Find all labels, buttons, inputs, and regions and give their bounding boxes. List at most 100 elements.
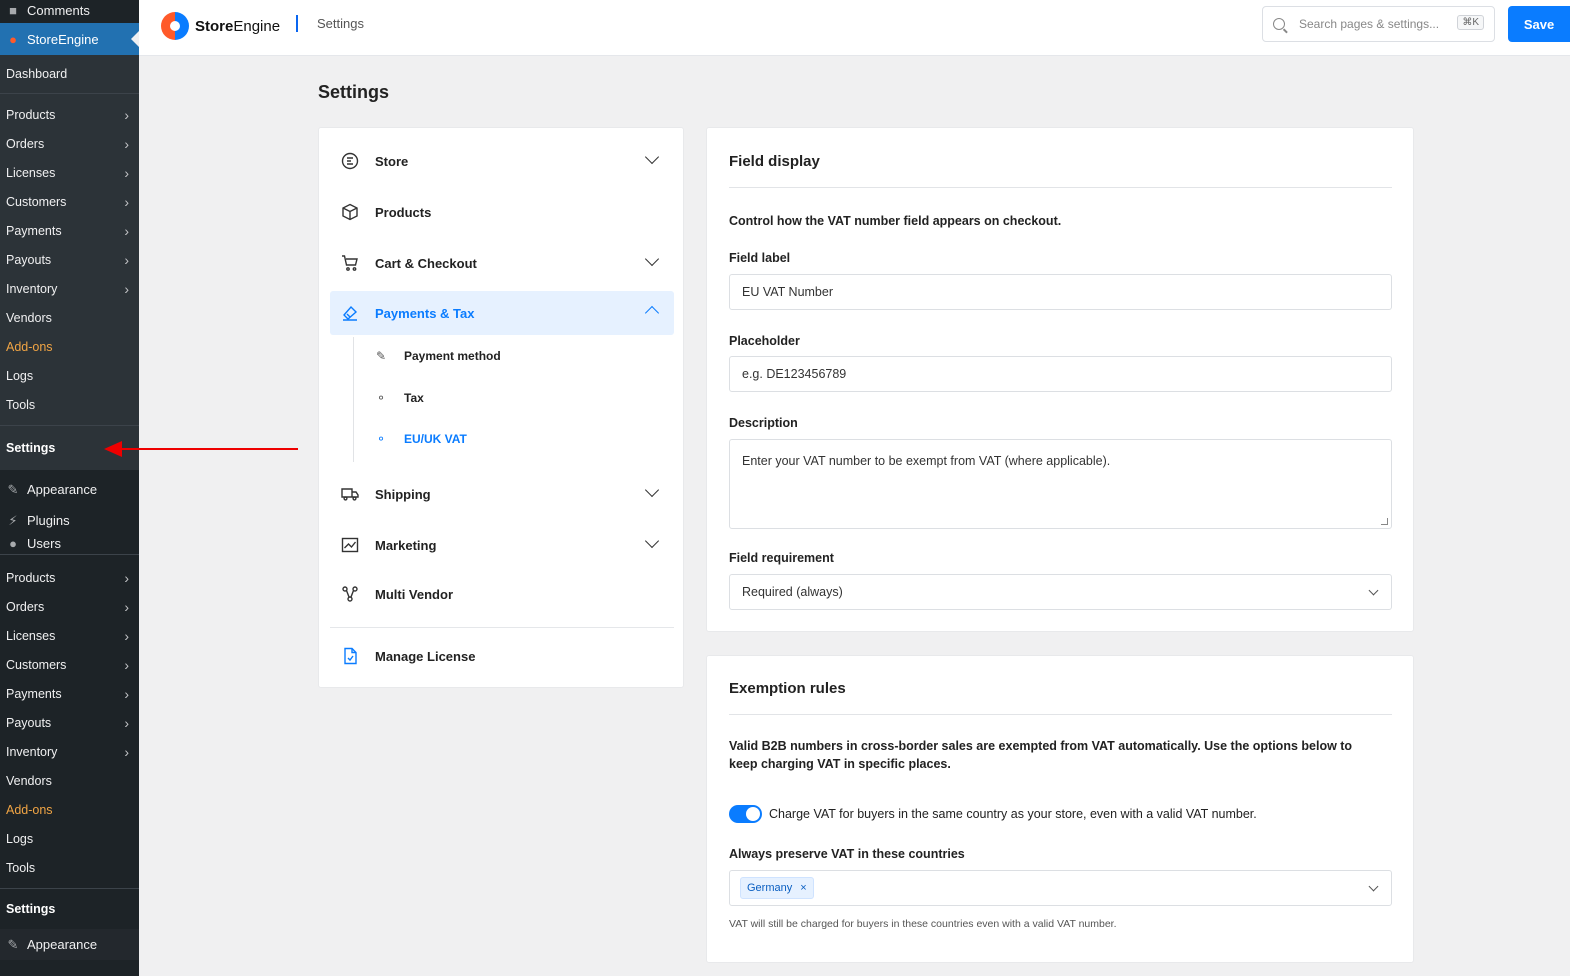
search-placeholder: Search pages & settings... bbox=[1299, 17, 1440, 31]
annotation-arrow-head bbox=[104, 441, 122, 457]
money-bag-icon: ⚬ bbox=[375, 432, 387, 446]
wp-submenu-2-add-ons[interactable]: Add-ons bbox=[0, 795, 139, 824]
nav-item-shipping[interactable]: Shipping bbox=[330, 472, 674, 516]
wp-submenu-add-ons[interactable]: Add-ons bbox=[0, 332, 139, 361]
breadcrumb: Settings bbox=[317, 16, 364, 31]
payment-method-icon: ✎ bbox=[375, 349, 387, 363]
payments-icon bbox=[340, 303, 360, 323]
wp-menu-plugins[interactable]: ⚡ Plugins bbox=[0, 505, 139, 536]
nav-item-cart-checkout[interactable]: Cart & Checkout bbox=[330, 241, 674, 285]
sub-item-eu-uk-vat[interactable]: ⚬ EU/UK VAT bbox=[374, 427, 467, 451]
wp-menu-storeengine[interactable]: ● StoreEngine bbox=[0, 23, 139, 55]
wp-submenu-payouts[interactable]: Payouts › bbox=[0, 245, 139, 274]
wp-submenu-label: Products bbox=[6, 570, 56, 585]
wp-submenu-storeengine: Dashboard Products › Orders › Licenses › Custo… bbox=[0, 55, 139, 470]
field-display-description: Control how the VAT number field appears… bbox=[729, 214, 1062, 228]
description-textarea[interactable]: Enter your VAT number to be exempt from … bbox=[729, 439, 1392, 529]
wp-submenu-orders[interactable]: Orders › bbox=[0, 129, 139, 158]
wp-submenu-label: Orders bbox=[6, 136, 45, 151]
wp-menu-users[interactable]: ● Users bbox=[0, 536, 139, 550]
nav-item-multi-vendor[interactable]: Multi Vendor bbox=[330, 572, 674, 616]
wp-submenu-2-orders[interactable]: Orders › bbox=[0, 592, 139, 621]
exemption-rules-card: Exemption rules Valid B2B numbers in cro… bbox=[706, 655, 1414, 963]
resize-handle-icon[interactable] bbox=[1381, 518, 1388, 525]
nav-item-products[interactable]: Products bbox=[330, 190, 674, 234]
wp-submenu-2-vendors[interactable]: Vendors bbox=[0, 766, 139, 795]
wp-submenu-2-logs[interactable]: Logs bbox=[0, 824, 139, 853]
chevron-down-icon bbox=[644, 482, 660, 498]
country-chip-germany: Germany × bbox=[740, 877, 814, 899]
wp-submenu-customers[interactable]: Customers › bbox=[0, 187, 139, 216]
nav-item-manage-license-label: Manage License bbox=[375, 648, 476, 664]
wp-submenu-label: Tools bbox=[6, 860, 36, 875]
chevron-right-icon: › bbox=[124, 685, 129, 702]
wp-menu-storeengine-label: StoreEngine bbox=[27, 31, 99, 47]
wp-submenu-inventory[interactable]: Inventory › bbox=[0, 274, 139, 303]
chevron-right-icon: › bbox=[124, 598, 129, 615]
nav-item-marketing[interactable]: Marketing bbox=[330, 523, 674, 567]
wp-submenu-label: Tools bbox=[6, 397, 36, 412]
wp-submenu-group-1: Products › Orders › Licenses › Customers › Payme… bbox=[0, 94, 139, 419]
wp-submenu-vendors[interactable]: Vendors bbox=[0, 303, 139, 332]
chevron-right-icon: › bbox=[124, 106, 129, 123]
nav-item-store[interactable]: Store bbox=[330, 139, 674, 183]
sub-item-eu-uk-vat-label: EU/UK VAT bbox=[404, 432, 467, 446]
wp-menu-appearance-label: Appearance bbox=[27, 482, 98, 497]
same-country-vat-toggle[interactable] bbox=[729, 805, 762, 823]
store-icon bbox=[340, 151, 360, 171]
field-label-input[interactable]: EU VAT Number bbox=[729, 274, 1392, 310]
search-shortcut-badge: ⌘K bbox=[1457, 15, 1484, 30]
nav-item-payments-tax[interactable]: Payments & Tax bbox=[330, 291, 674, 335]
save-button[interactable]: Save bbox=[1508, 6, 1570, 42]
remove-chip-icon[interactable]: × bbox=[800, 882, 806, 894]
wp-submenu-label: Customers bbox=[6, 194, 67, 209]
nav-item-manage-license[interactable]: Manage License bbox=[330, 634, 674, 678]
wp-admin-sidebar: ■ Comments ● StoreEngine Dashboard Produ… bbox=[0, 0, 139, 976]
wp-submenu-products[interactable]: Products › bbox=[0, 100, 139, 129]
chevron-right-icon: › bbox=[124, 714, 129, 731]
wp-submenu-settings-2[interactable]: Settings bbox=[0, 889, 139, 929]
wp-submenu-dashboard[interactable]: Dashboard bbox=[0, 55, 139, 93]
wp-submenu-licenses[interactable]: Licenses › bbox=[0, 158, 139, 187]
wp-menu-appearance[interactable]: ✎ Appearance bbox=[0, 474, 139, 505]
wp-submenu-payments[interactable]: Payments › bbox=[0, 216, 139, 245]
brand-name: StoreEngine bbox=[195, 18, 280, 35]
preserve-countries-label: Always preserve VAT in these countries bbox=[729, 847, 965, 861]
exemption-rules-description: Valid B2B numbers in cross-border sales … bbox=[729, 739, 1353, 771]
wp-submenu-2-tools[interactable]: Tools bbox=[0, 853, 139, 882]
sub-item-payment-method[interactable]: ✎ Payment method bbox=[374, 344, 501, 368]
wp-submenu-label: Inventory bbox=[6, 281, 58, 296]
wp-submenu-2-inventory[interactable]: Inventory › bbox=[0, 737, 139, 766]
wp-menu-appearance-2[interactable]: ✎ Appearance bbox=[0, 929, 139, 960]
nav-item-multi-vendor-label: Multi Vendor bbox=[375, 586, 453, 602]
cart-icon bbox=[340, 253, 360, 273]
chevron-right-icon: › bbox=[124, 251, 129, 268]
nav-item-shipping-label: Shipping bbox=[375, 486, 431, 502]
truck-icon bbox=[340, 484, 360, 504]
wp-submenu-label: Logs bbox=[6, 368, 34, 383]
wp-submenu-tools[interactable]: Tools bbox=[0, 390, 139, 419]
search-input[interactable]: Search pages & settings... ⌘K bbox=[1262, 6, 1495, 42]
placeholder-label: Placeholder bbox=[729, 334, 800, 348]
wp-submenu-2-payments[interactable]: Payments › bbox=[0, 679, 139, 708]
wp-submenu-2-products[interactable]: Products › bbox=[0, 563, 139, 592]
wp-submenu-label: Logs bbox=[6, 831, 34, 846]
sub-item-payment-method-label: Payment method bbox=[404, 349, 501, 363]
requirement-select[interactable]: Required (always) bbox=[729, 574, 1392, 610]
wp-submenu-2-payouts[interactable]: Payouts › bbox=[0, 708, 139, 737]
chevron-down-icon bbox=[1368, 881, 1379, 892]
wp-menu-comments[interactable]: ■ Comments bbox=[0, 0, 139, 22]
preserve-countries-select[interactable]: Germany × bbox=[729, 870, 1392, 906]
wp-menu-appearance-2-label: Appearance bbox=[27, 937, 98, 952]
chevron-down-icon bbox=[644, 251, 660, 267]
chevron-right-icon: › bbox=[124, 280, 129, 297]
field-label-value: EU VAT Number bbox=[742, 285, 833, 299]
wp-submenu-logs[interactable]: Logs bbox=[0, 361, 139, 390]
user-icon: ● bbox=[9, 536, 17, 550]
wp-submenu-2-licenses[interactable]: Licenses › bbox=[0, 621, 139, 650]
brand[interactable]: StoreEngine bbox=[161, 12, 280, 40]
placeholder-input[interactable]: e.g. DE123456789 bbox=[729, 356, 1392, 392]
chevron-down-icon bbox=[644, 149, 660, 165]
wp-submenu-2-customers[interactable]: Customers › bbox=[0, 650, 139, 679]
sub-item-tax[interactable]: ⚬ Tax bbox=[374, 386, 424, 410]
